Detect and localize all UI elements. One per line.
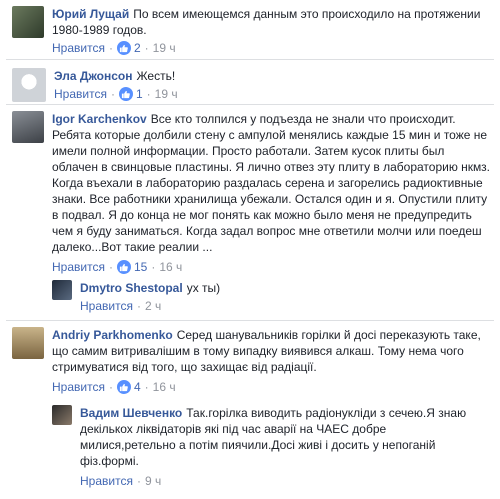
reaction-number: 4 <box>133 380 141 394</box>
like-link[interactable]: Нравится <box>80 298 133 314</box>
separator-dot: · <box>136 474 141 488</box>
like-link[interactable]: Нравится <box>52 379 105 395</box>
timestamp[interactable]: 9 ч <box>145 473 161 489</box>
comment: Andriy Parkhomenko Серед шанувальників го… <box>12 327 492 395</box>
separator-dot: · <box>108 41 113 55</box>
avatar[interactable] <box>12 6 44 38</box>
avatar[interactable] <box>12 111 44 143</box>
like-link[interactable]: Нравится <box>52 259 105 275</box>
comment: Эла Джонсон Жесть! Нравится · 1 · 19 ч <box>12 68 492 102</box>
comment-body: Andriy Parkhomenko Серед шанувальників го… <box>52 327 492 375</box>
reaction-count[interactable]: 15 <box>116 259 148 275</box>
reply-actions: Нравится · 9 ч <box>80 473 480 489</box>
thumbs-up-icon <box>116 41 131 55</box>
comment-actions: Нравится · 15 · 16 ч <box>52 259 492 275</box>
separator-dot: · <box>110 87 115 101</box>
divider <box>6 104 494 105</box>
reply-body: Вадим Шевченко Так.горілка виводить радіо… <box>80 405 480 469</box>
avatar[interactable] <box>12 68 46 102</box>
thumbs-up-icon <box>116 260 131 274</box>
comment-author[interactable]: Эла Джонсон <box>54 69 132 83</box>
reply-body: Dmytro Shestopal ух ты) <box>80 280 220 296</box>
reaction-number: 1 <box>135 87 143 101</box>
timestamp[interactable]: 19 ч <box>155 86 178 102</box>
comment-body: Эла Джонсон Жесть! <box>54 68 178 84</box>
comment-actions: Нравится · 2 · 19 ч <box>52 40 492 56</box>
comment-body: Юрий Лущай По всем имеющемся данным это п… <box>52 6 492 38</box>
separator-dot: · <box>108 380 113 394</box>
timestamp[interactable]: 19 ч <box>153 40 176 56</box>
separator-dot: · <box>146 87 151 101</box>
comment-text: Все кто толпился у подъезда не знали что… <box>52 112 490 254</box>
avatar[interactable] <box>52 280 72 300</box>
thumbs-up-icon <box>118 87 133 101</box>
reply: Dmytro Shestopal ух ты) Нравится · 2 ч <box>52 280 492 314</box>
comment-author[interactable]: Igor Karchenkov <box>52 112 147 126</box>
comment: Igor Karchenkov Все кто толпился у подъез… <box>12 111 492 275</box>
comment: Юрий Лущай По всем имеющемся данным это п… <box>12 6 492 56</box>
divider <box>6 320 494 321</box>
reply-text: ух ты) <box>186 281 221 295</box>
separator-dot: · <box>108 260 113 274</box>
comment-author[interactable]: Andriy Parkhomenko <box>52 328 173 342</box>
avatar[interactable] <box>52 405 72 425</box>
reaction-number: 15 <box>133 260 148 274</box>
comment-text: Жесть! <box>136 69 176 83</box>
like-link[interactable]: Нравится <box>54 86 107 102</box>
reaction-count[interactable]: 4 <box>116 379 141 395</box>
like-link[interactable]: Нравится <box>80 473 133 489</box>
reply: Вадим Шевченко Так.горілка виводить радіо… <box>52 405 492 489</box>
divider <box>6 59 494 60</box>
reaction-count[interactable]: 2 <box>116 40 141 56</box>
reply-author[interactable]: Dmytro Shestopal <box>80 281 183 295</box>
comment-actions: Нравится · 4 · 16 ч <box>52 379 492 395</box>
like-link[interactable]: Нравится <box>52 40 105 56</box>
reaction-count[interactable]: 1 <box>118 86 143 102</box>
timestamp[interactable]: 16 ч <box>153 379 176 395</box>
avatar[interactable] <box>12 327 44 359</box>
reaction-number: 2 <box>133 41 141 55</box>
reply-actions: Нравится · 2 ч <box>80 298 220 314</box>
thumbs-up-icon <box>116 380 131 394</box>
separator-dot: · <box>136 299 141 313</box>
comment-author[interactable]: Юрий Лущай <box>52 7 129 21</box>
separator-dot: · <box>151 260 156 274</box>
separator-dot: · <box>144 41 149 55</box>
comment-body: Igor Karchenkov Все кто толпился у подъез… <box>52 111 492 255</box>
timestamp[interactable]: 2 ч <box>145 298 161 314</box>
reply-author[interactable]: Вадим Шевченко <box>80 406 182 420</box>
comment-actions: Нравится · 1 · 19 ч <box>54 86 178 102</box>
timestamp[interactable]: 16 ч <box>159 259 182 275</box>
separator-dot: · <box>144 380 149 394</box>
